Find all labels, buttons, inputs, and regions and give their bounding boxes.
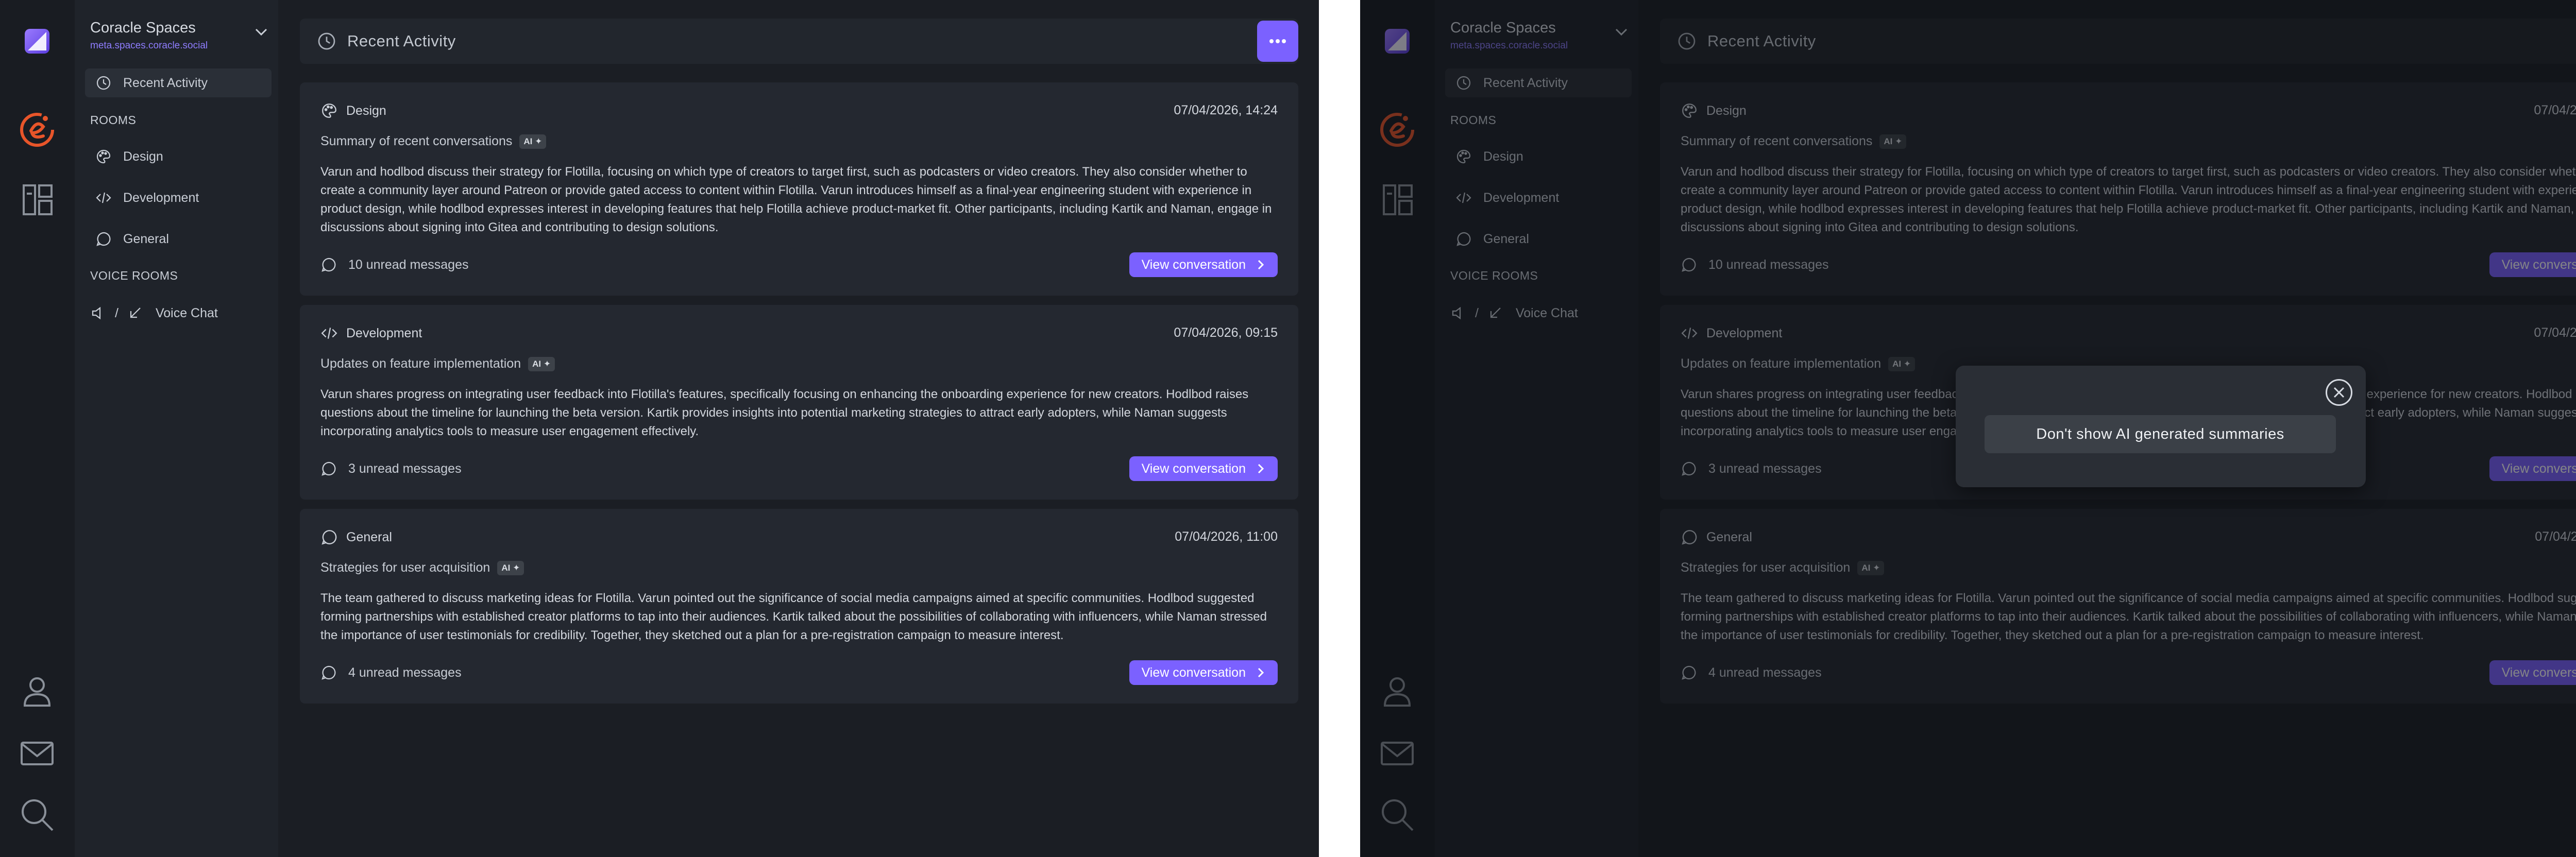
card-footer: 10 unread messages View conversation <box>320 252 1278 277</box>
chevron-down-icon[interactable] <box>252 23 270 41</box>
space-name: Coracle Spaces <box>90 20 196 36</box>
activity-card: Design 07/04/2026, 14:24 Summary of rece… <box>300 82 1298 296</box>
app-logo-icon[interactable] <box>16 21 58 62</box>
more-dots-icon <box>1269 39 1286 43</box>
sidebar-item-label: Design <box>123 149 163 164</box>
unread-count: 10 unread messages <box>320 252 468 277</box>
ai-badge: AI ✦ <box>497 560 524 575</box>
card-subtitle-text: Strategies for user acquisition <box>320 560 490 575</box>
sidebar-item-development[interactable]: Development <box>85 183 272 212</box>
card-subtitle: Strategies for user acquisition AI ✦ <box>320 560 524 575</box>
activity-card: General 07/04/2026, 11:00 Strategies for… <box>300 509 1298 704</box>
main-panel: Recent Activity Design 07/04/2026, 14:24… <box>278 0 1319 857</box>
sidebar-item-design[interactable]: Design <box>85 142 272 171</box>
history-icon <box>318 32 335 50</box>
activity-card: Development 07/04/2026, 09:15 Updates on… <box>300 305 1298 500</box>
sidebar-item-label: Development <box>123 190 199 205</box>
chat-bubble-icon <box>96 232 111 246</box>
dashboard-icon[interactable] <box>16 179 58 220</box>
hide-ai-summaries-button[interactable]: Don't show AI generated summaries <box>1985 415 2336 453</box>
view-conversation-label: View conversation <box>1141 257 1246 272</box>
card-summary: Varun shares progress on integrating use… <box>320 387 1249 438</box>
card-footer: 3 unread messages View conversation <box>320 456 1278 481</box>
space-header[interactable]: Coracle Spaces meta.spaces.coracle.socia… <box>90 20 270 56</box>
chat-bubble-icon <box>321 530 337 545</box>
search-icon[interactable] <box>16 794 58 835</box>
sidebar-item-recent-activity[interactable]: Recent Activity <box>85 68 272 97</box>
sidebar: Coracle Spaces meta.spaces.coracle.socia… <box>75 0 278 857</box>
palette-icon <box>96 149 111 164</box>
page-title: Recent Activity <box>347 32 456 50</box>
card-room: Design <box>320 102 386 119</box>
view-conversation-label: View conversation <box>1141 461 1246 476</box>
chevron-right-icon <box>1258 260 1264 270</box>
space-avatar-icon[interactable] <box>16 109 58 150</box>
code-icon <box>96 192 111 203</box>
unread-count-text: 4 unread messages <box>348 665 462 680</box>
page-header: Recent Activity <box>300 19 1298 64</box>
mail-icon[interactable] <box>16 732 58 774</box>
palette-icon <box>322 104 336 118</box>
more-options-button[interactable] <box>1257 21 1298 62</box>
view-conversation-button[interactable]: View conversation <box>1129 252 1278 277</box>
unread-count: 4 unread messages <box>320 660 462 685</box>
card-timestamp: 07/04/2026, 14:24 <box>1174 103 1278 117</box>
voice-chat-label: Voice Chat <box>155 305 218 320</box>
card-timestamp: 07/04/2026, 11:00 <box>1175 529 1278 544</box>
voice-separator: / <box>115 305 118 320</box>
space-domain: meta.spaces.coracle.social <box>90 40 208 51</box>
chat-bubble-icon <box>321 461 336 476</box>
arrow-down-left-icon <box>130 307 141 318</box>
view-conversation-button[interactable]: View conversation <box>1129 456 1278 481</box>
unread-count: 3 unread messages <box>320 456 462 481</box>
app-screen-with-menu: Coracle Spaces meta.spaces.coracle.socia… <box>1360 0 2576 857</box>
sidebar-item-general[interactable]: General <box>85 225 272 253</box>
speaker-icon <box>92 306 101 320</box>
unread-count-text: 3 unread messages <box>348 461 462 476</box>
icon-rail <box>0 0 75 857</box>
history-icon <box>96 76 111 90</box>
rooms-section-label: ROOMS <box>90 113 137 127</box>
chevron-right-icon <box>1258 464 1264 474</box>
ai-badge: AI ✦ <box>528 356 555 371</box>
ai-badge: AI ✦ <box>519 134 547 149</box>
sidebar-item-label: Recent Activity <box>123 75 208 90</box>
card-room-name: General <box>346 529 392 544</box>
chat-bubble-icon <box>321 665 336 680</box>
close-icon <box>2333 387 2345 398</box>
app-screen-default: Coracle Spaces meta.spaces.coracle.socia… <box>0 0 1319 857</box>
sidebar-item-label: General <box>123 231 169 246</box>
card-timestamp: 07/04/2026, 09:15 <box>1174 325 1278 340</box>
chevron-right-icon <box>1258 667 1264 678</box>
chat-bubble-icon <box>321 258 336 272</box>
view-conversation-label: View conversation <box>1141 665 1246 680</box>
card-subtitle: Summary of recent conversations AI ✦ <box>320 134 547 149</box>
card-subtitle-text: Updates on feature implementation <box>320 356 521 371</box>
card-summary: Varun and hodlbod discuss their strategy… <box>320 165 1272 234</box>
card-room: Development <box>320 324 422 342</box>
close-button[interactable] <box>2326 379 2352 406</box>
card-summary: The team gathered to discuss marketing i… <box>320 591 1267 642</box>
unread-count-text: 10 unread messages <box>348 257 469 272</box>
card-room-name: Design <box>346 103 386 118</box>
sidebar-item-voice-chat[interactable]: / Voice Chat <box>90 302 218 324</box>
card-room: General <box>320 528 392 546</box>
ai-summary-menu: Don't show AI generated summaries <box>1956 366 2366 487</box>
card-room-name: Development <box>346 325 422 340</box>
voice-rooms-section-label: VOICE ROOMS <box>90 269 178 282</box>
code-icon <box>321 328 337 339</box>
card-footer: 4 unread messages View conversation <box>320 660 1278 685</box>
card-subtitle-text: Summary of recent conversations <box>320 134 513 148</box>
view-conversation-button[interactable]: View conversation <box>1129 660 1278 685</box>
card-subtitle: Updates on feature implementation AI ✦ <box>320 356 555 371</box>
profile-icon[interactable] <box>16 671 58 712</box>
